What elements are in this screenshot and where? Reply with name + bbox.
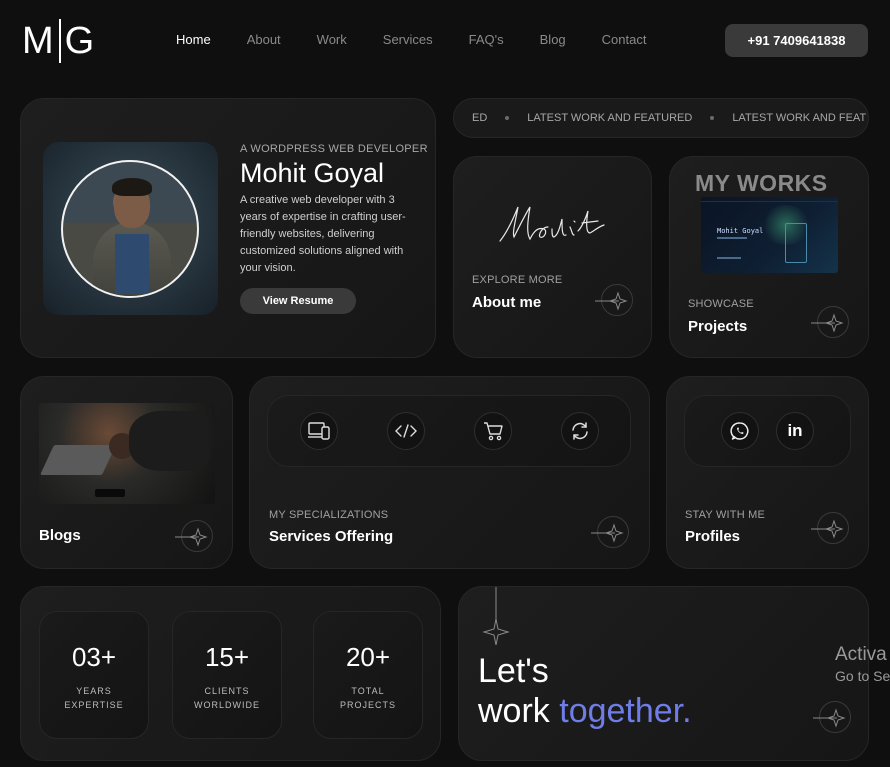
blogs-card[interactable]: Blogs bbox=[20, 376, 233, 569]
blogs-arrow-button[interactable] bbox=[175, 520, 213, 552]
logo-letter-left: M bbox=[22, 19, 55, 62]
profiles-icon-tray: in bbox=[684, 395, 851, 467]
sparkle-arrow-icon bbox=[813, 708, 846, 728]
profile-photo-frame bbox=[43, 142, 218, 315]
about-arrow-button[interactable] bbox=[595, 284, 633, 316]
nav-services[interactable]: Services bbox=[383, 32, 433, 47]
stat-label: CLIENTS WORLDWIDE bbox=[194, 686, 260, 710]
main-nav: Home About Work Services FAQ's Blog Cont… bbox=[176, 32, 682, 47]
profile-subtitle: A WORDPRESS WEB DEVELOPER bbox=[240, 143, 428, 155]
works-arrow-button[interactable] bbox=[811, 306, 849, 338]
refresh-icon[interactable] bbox=[561, 412, 599, 450]
services-sub: MY SPECIALIZATIONS bbox=[269, 509, 389, 521]
stat-number: 15+ bbox=[204, 642, 250, 672]
blogs-title: Blogs bbox=[39, 527, 81, 544]
works-title: Projects bbox=[688, 318, 748, 335]
stat-clients: 15+ CLIENTS WORLDWIDE bbox=[172, 611, 282, 739]
about-card[interactable]: EXPLORE MORE About me bbox=[453, 156, 652, 358]
ticker-item: LATEST WORK AND FEAT bbox=[732, 112, 867, 124]
sparkle-arrow-icon bbox=[175, 527, 208, 547]
ticker-dot bbox=[505, 116, 510, 120]
services-title: Services Offering bbox=[269, 528, 394, 545]
ticker-item: ED bbox=[472, 112, 488, 124]
ticker-dot bbox=[710, 116, 715, 120]
sparkle-arrow-icon bbox=[595, 291, 628, 311]
services-arrow-button[interactable] bbox=[591, 516, 629, 548]
cta-card[interactable]: Let's work together. bbox=[458, 586, 869, 761]
services-card[interactable]: MY SPECIALIZATIONS Services Offering bbox=[249, 376, 650, 569]
profile-avatar bbox=[61, 160, 199, 298]
cta-heading: Let's work together. bbox=[478, 652, 692, 730]
sparkle-arrow-icon bbox=[811, 313, 844, 333]
phone-button[interactable]: +91 7409641838 bbox=[725, 24, 868, 57]
profile-card: A WORDPRESS WEB DEVELOPER Mohit Goyal A … bbox=[20, 98, 436, 358]
blog-image bbox=[39, 403, 215, 504]
nav-contact[interactable]: Contact bbox=[602, 32, 647, 47]
profiles-arrow-button[interactable] bbox=[811, 512, 849, 544]
logo-letter-right: G bbox=[64, 19, 96, 62]
nav-faqs[interactable]: FAQ's bbox=[469, 32, 504, 47]
cart-icon[interactable] bbox=[474, 412, 512, 450]
stat-label: YEARS EXPERTISE bbox=[64, 686, 124, 710]
services-icon-tray bbox=[267, 395, 631, 467]
stat-number: 20+ bbox=[345, 642, 391, 672]
about-title: About me bbox=[472, 294, 542, 311]
nav-about[interactable]: About bbox=[247, 32, 281, 47]
ticker-item: LATEST WORK AND FEATURED bbox=[527, 112, 693, 124]
profile-name: Mohit Goyal bbox=[240, 158, 385, 188]
stats-card: 03+ YEARS EXPERTISE 15+ CLIENTS WORLDWIDE … bbox=[20, 586, 441, 761]
view-resume-button[interactable]: View Resume bbox=[240, 288, 356, 314]
stat-number: 03+ bbox=[71, 642, 117, 672]
about-sub: EXPLORE MORE bbox=[472, 274, 563, 286]
profiles-title: Profiles bbox=[685, 528, 741, 545]
stat-label: TOTAL PROJECTS bbox=[339, 686, 396, 710]
profiles-sub: STAY WITH ME bbox=[685, 509, 766, 521]
profiles-card[interactable]: in STAY WITH ME Profiles bbox=[666, 376, 869, 569]
nav-blog[interactable]: Blog bbox=[540, 32, 566, 47]
sparkle-icon bbox=[482, 587, 510, 645]
works-card[interactable]: MY WORKS Mohit Goyal SHOWCASE Projects bbox=[669, 156, 869, 358]
logo-divider bbox=[58, 19, 61, 63]
code-icon[interactable] bbox=[387, 412, 425, 450]
nav-home[interactable]: Home bbox=[176, 32, 211, 47]
works-shot-text: Mohit Goyal bbox=[717, 227, 764, 235]
nav-work[interactable]: Work bbox=[317, 32, 347, 47]
works-heading: MY WORKS bbox=[695, 170, 828, 196]
cta-arrow-button[interactable] bbox=[813, 701, 851, 733]
works-sub: SHOWCASE bbox=[688, 298, 754, 310]
stat-years: 03+ YEARS EXPERTISE bbox=[39, 611, 149, 739]
linkedin-icon[interactable]: in bbox=[776, 412, 814, 450]
sparkle-arrow-icon bbox=[811, 519, 844, 539]
signature-image bbox=[499, 206, 605, 242]
devices-icon[interactable] bbox=[300, 412, 338, 450]
whatsapp-icon[interactable] bbox=[721, 412, 759, 450]
site-logo[interactable]: M G bbox=[22, 18, 95, 64]
sparkle-arrow-icon bbox=[591, 523, 624, 543]
activation-watermark: Activa Go to Se bbox=[835, 644, 890, 684]
works-screenshot: Mohit Goyal bbox=[701, 197, 838, 273]
marquee-ticker: ED LATEST WORK AND FEATURED LATEST WORK … bbox=[453, 98, 869, 138]
stat-projects: 20+ TOTAL PROJECTS bbox=[313, 611, 423, 739]
profile-description: A creative web developer with 3 years of… bbox=[240, 194, 406, 274]
